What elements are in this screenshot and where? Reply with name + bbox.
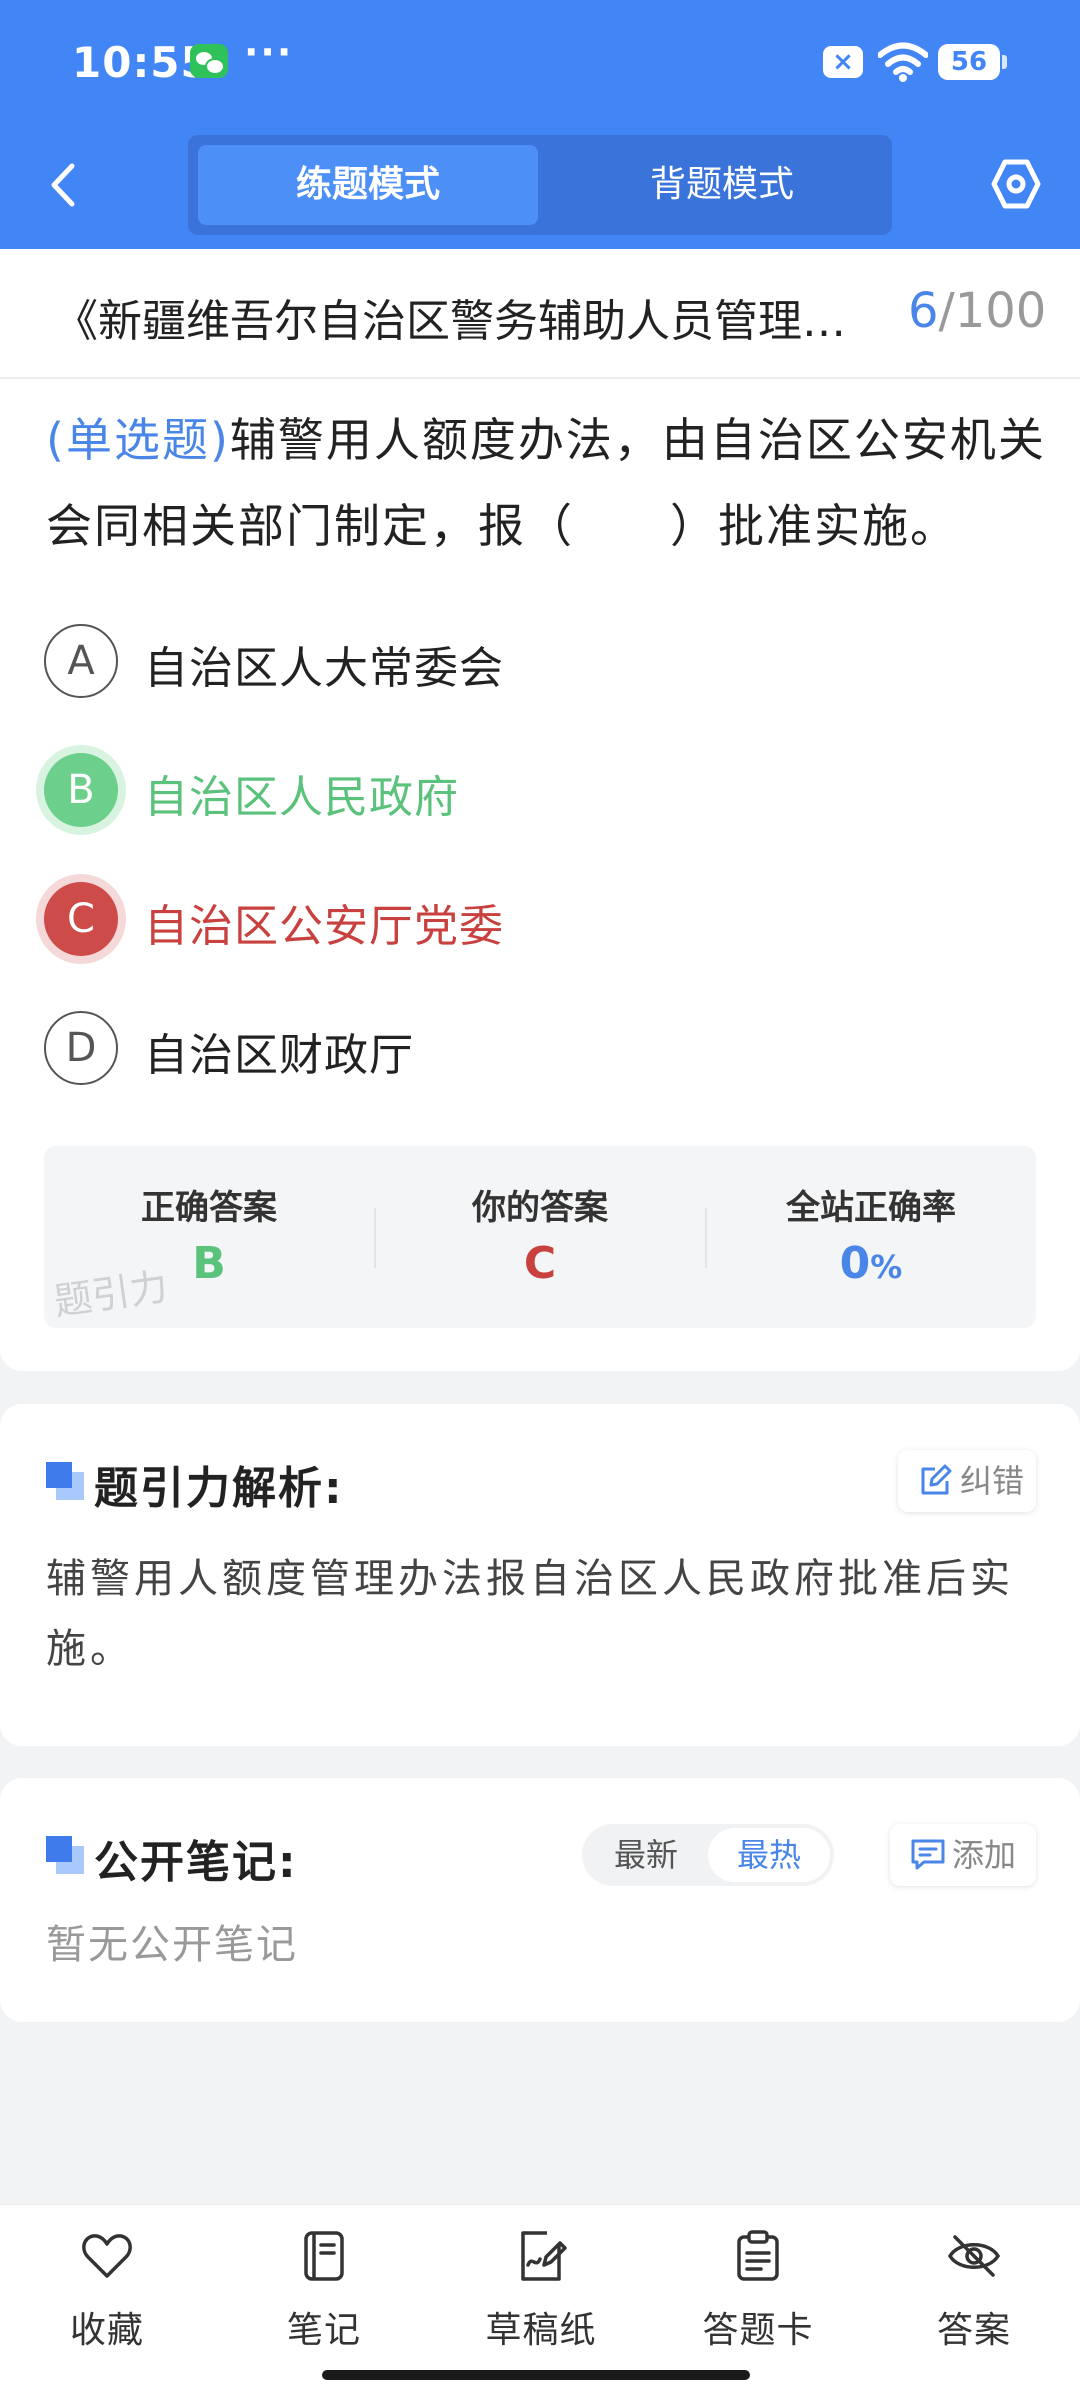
nav-answer-card-label: 答题卡 (702, 2310, 814, 2351)
no-sim-icon: × (823, 46, 863, 78)
report-error-label: 纠错 (960, 1462, 1025, 1500)
accuracy-value: 0% (706, 1238, 1036, 1289)
status-bar: 10:55 ··· × 56 (0, 0, 1080, 125)
answer-summary: 正确答案 B 你的答案 C 全站正确率 0% 题引力 (44, 1146, 1036, 1328)
option-b[interactable]: B 自治区人民政府 (44, 753, 944, 827)
progress-total: 100 (954, 283, 1047, 339)
option-letter: D (44, 1011, 118, 1085)
your-answer-col: 你的答案 C (375, 1146, 705, 1328)
option-a[interactable]: A 自治区人大常委会 (44, 624, 944, 698)
option-text: 自治区人大常委会 (144, 643, 504, 694)
nav-answer-card[interactable]: 答题卡 (678, 2229, 838, 2359)
your-answer-value: C (523, 1238, 557, 1289)
nav-notes-label: 笔记 (286, 2310, 361, 2351)
option-text: 自治区财政厅 (144, 1030, 414, 1081)
sort-hot-tab[interactable]: 最热 (708, 1828, 830, 1882)
clipboard-icon (737, 2230, 779, 2281)
nav-scratch-paper[interactable]: 草稿纸 (461, 2229, 621, 2359)
notebook-icon (304, 2231, 344, 2281)
add-note-button[interactable]: 添加 (890, 1824, 1036, 1886)
question-title-row: 《新疆维吾尔自治区警务辅助人员管理办法》 6/100 (0, 249, 1080, 379)
empty-notes-text: 暂无公开笔记 (46, 1922, 298, 1968)
heart-icon (82, 2234, 132, 2278)
section-squares-icon (46, 1836, 86, 1876)
nav-answer-label: 答案 (936, 2310, 1011, 2351)
option-letter: B (44, 753, 118, 827)
app-header: 10:55 ··· × 56 练题模式 背题模式 (0, 0, 1080, 249)
add-note-label: 添加 (952, 1836, 1017, 1874)
wechat-notification-icon (190, 44, 228, 78)
scratch-paper-icon (521, 2231, 567, 2281)
wifi-icon (878, 42, 928, 82)
question-progress[interactable]: 6/100 (908, 283, 1046, 339)
accuracy-col: 全站正确率 0% (706, 1146, 1036, 1328)
section-squares-icon (46, 1462, 86, 1502)
tab-memorize-mode[interactable]: 背题模式 (552, 145, 892, 225)
mode-switch: 练题模式 背题模式 (188, 135, 892, 235)
back-arrow-icon[interactable] (44, 160, 84, 210)
edit-icon (921, 1464, 952, 1495)
notes-sort-toggle: 最新 最热 (582, 1824, 834, 1886)
progress-separator: / (938, 283, 955, 339)
analysis-card: 题引力解析: 纠错 辅警用人额度管理办法报自治区人民政府批准后实施。 (0, 1404, 1080, 1746)
comment-icon (911, 1839, 945, 1870)
nav-scratch-label: 草稿纸 (485, 2310, 597, 2351)
notes-title: 公开笔记: (94, 1837, 298, 1888)
eye-hidden-icon (947, 2235, 1001, 2277)
settings-hexagon-icon[interactable] (990, 158, 1042, 210)
accuracy-number: 0 (839, 1238, 871, 1289)
nav-favorite-label: 收藏 (69, 2310, 144, 2351)
nav-answer[interactable]: 答案 (894, 2229, 1054, 2359)
correct-answer-label: 正确答案 (141, 1188, 277, 1228)
report-error-button[interactable]: 纠错 (898, 1450, 1036, 1512)
option-text: 自治区人民政府 (144, 772, 459, 823)
progress-current: 6 (908, 283, 939, 339)
question-text: (单选题)辅警用人额度办法，由自治区公安机关会同相关部门制定，报（ ）批准实施。 (46, 397, 1046, 569)
nav-favorite[interactable]: 收藏 (27, 2229, 187, 2359)
public-notes-card: 公开笔记: 最新 最热 添加 暂无公开笔记 (0, 1778, 1080, 2022)
tab-practice-mode[interactable]: 练题模式 (198, 145, 538, 225)
option-d[interactable]: D 自治区财政厅 (44, 1011, 944, 1085)
battery-icon: 56 (938, 44, 1007, 80)
nav-notes[interactable]: 笔记 (244, 2229, 404, 2359)
home-indicator[interactable] (322, 2370, 750, 2380)
analysis-title: 题引力解析: (94, 1463, 344, 1514)
option-c[interactable]: C 自治区公安厅党委 (44, 882, 944, 956)
analysis-text: 辅警用人额度管理办法报自治区人民政府批准后实施。 (46, 1556, 1014, 1672)
accuracy-label: 全站正确率 (786, 1188, 956, 1228)
option-letter: A (44, 624, 118, 698)
your-answer-label: 你的答案 (472, 1188, 608, 1228)
question-card: 《新疆维吾尔自治区警务辅助人员管理办法》 6/100 (单选题)辅警用人额度办法… (0, 249, 1080, 1371)
question-type-label: (单选题) (46, 413, 230, 467)
option-text: 自治区公安厅党委 (144, 901, 504, 952)
option-letter: C (44, 882, 118, 956)
document-title: 《新疆维吾尔自治区警务辅助人员管理办法》 (54, 296, 874, 347)
more-notifications-icon: ··· (244, 30, 294, 74)
accuracy-unit: % (870, 1248, 903, 1286)
sort-latest-tab[interactable]: 最新 (586, 1824, 706, 1886)
